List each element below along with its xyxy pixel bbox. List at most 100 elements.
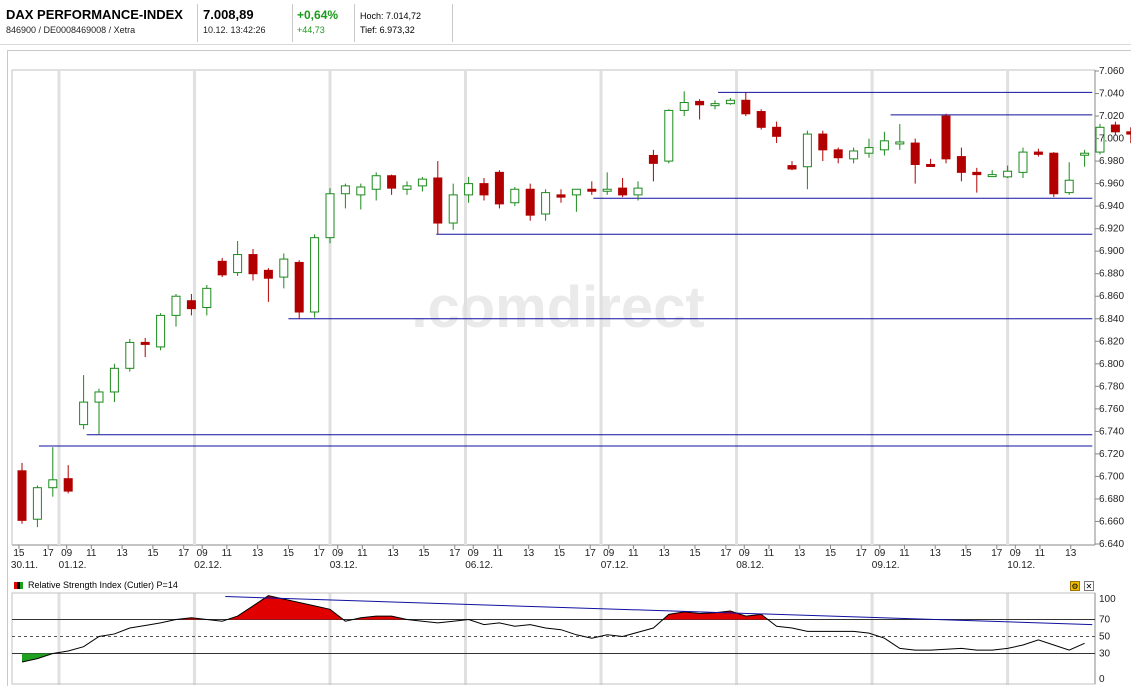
y-tick-label: 6.700 <box>1099 471 1124 482</box>
candle-body <box>541 192 551 215</box>
x-tick-label: 17 <box>720 548 732 559</box>
x-tick-label: 15 <box>689 548 701 559</box>
candle-body <box>171 295 181 316</box>
candle-body <box>587 188 597 192</box>
candle-body <box>633 187 643 196</box>
x-tick-label: 13 <box>1065 548 1077 559</box>
candle-body <box>294 261 304 313</box>
candle-body <box>772 126 782 137</box>
x-tick-label: 11 <box>86 548 97 559</box>
close-icon[interactable]: ✕ <box>1084 581 1094 591</box>
y-tick-label: 6.680 <box>1099 494 1124 505</box>
day-separator <box>328 593 332 685</box>
x-date-label: 07.12. <box>601 560 629 571</box>
candle-body <box>941 115 951 160</box>
candle-body <box>433 177 443 224</box>
candle-body <box>833 149 843 159</box>
settings-icon[interactable]: ⚙ <box>1070 581 1080 591</box>
y-tick-label: 6.880 <box>1099 269 1124 280</box>
candle-body <box>17 470 27 521</box>
candle-body <box>618 187 628 196</box>
candle-body <box>417 178 427 187</box>
rsi-tick-label: 70 <box>1099 615 1111 626</box>
x-date-label: 08.12. <box>736 560 764 571</box>
candle-body <box>849 150 859 160</box>
candle-body <box>1049 152 1059 195</box>
x-tick-label: 09 <box>739 548 751 559</box>
x-tick-label: 17 <box>314 548 326 559</box>
candle-body <box>910 142 920 165</box>
candle-body <box>818 133 828 151</box>
x-date-label: 30.11. <box>11 560 38 571</box>
x-date-label: 01.12. <box>59 560 87 571</box>
x-tick-label: 13 <box>388 548 400 559</box>
day-separator <box>464 593 468 685</box>
candle-body <box>510 188 520 204</box>
x-tick-label: 15 <box>554 548 566 559</box>
rsi-plot-border <box>11 592 1096 685</box>
candle-body <box>263 269 273 279</box>
candle-body <box>956 156 966 173</box>
x-tick-label: 17 <box>43 548 55 559</box>
x-tick-label: 13 <box>659 548 671 559</box>
candle-body <box>1110 124 1120 133</box>
day-separator <box>735 593 739 685</box>
candle-body <box>217 260 227 276</box>
candle-body <box>756 111 766 128</box>
candle-body <box>972 171 982 176</box>
candle-body <box>664 109 674 162</box>
x-date-label: 06.12. <box>465 560 493 571</box>
rsi-trend-line <box>225 596 1093 626</box>
x-tick-label: 17 <box>991 548 1003 559</box>
x-tick-label: 09 <box>468 548 480 559</box>
candle-body <box>279 258 289 278</box>
x-tick-label: 11 <box>899 548 910 559</box>
candle-body <box>1033 151 1043 155</box>
y-tick-label: 6.740 <box>1099 426 1124 437</box>
y-tick-label: 6.960 <box>1099 179 1124 190</box>
candle-body <box>895 141 905 145</box>
day-separator <box>735 70 739 545</box>
x-tick-label: 17 <box>585 548 597 559</box>
x-tick-label: 11 <box>493 548 504 559</box>
y-tick-label: 6.760 <box>1099 404 1124 415</box>
y-tick-label: 6.800 <box>1099 359 1124 370</box>
candle-body <box>156 314 166 348</box>
y-tick-label: 7.040 <box>1099 89 1124 100</box>
candle-body <box>710 103 720 107</box>
y-tick-label: 7.020 <box>1099 111 1124 122</box>
candle-body <box>926 163 936 167</box>
x-tick-label: 11 <box>628 548 639 559</box>
x-tick-label: 13 <box>930 548 942 559</box>
indicator-color-icon <box>14 582 23 589</box>
y-tick-label: 6.820 <box>1099 336 1124 347</box>
y-tick-label: 7.060 <box>1099 66 1124 77</box>
candle-body <box>387 175 397 189</box>
candle-body <box>1003 170 1013 178</box>
candle-body <box>556 194 566 198</box>
candle-body <box>402 185 412 190</box>
x-tick-label: 15 <box>960 548 972 559</box>
rsi-tick-label: 50 <box>1099 632 1111 643</box>
y-tick-label: 6.660 <box>1099 516 1124 527</box>
rsi-line <box>21 595 1085 663</box>
candle-body <box>94 391 104 403</box>
x-tick-label: 09 <box>197 548 209 559</box>
watermark-logo: .comdirect <box>411 275 704 340</box>
candle-body <box>571 188 581 196</box>
y-tick-label: 6.980 <box>1099 156 1124 167</box>
candle-body <box>1080 152 1090 156</box>
candle-body <box>140 341 150 345</box>
day-separator <box>328 70 332 545</box>
candle-body <box>525 188 535 216</box>
x-tick-label: 15 <box>283 548 295 559</box>
candle-body <box>479 183 489 196</box>
candle-body <box>787 165 797 170</box>
candle-body <box>987 174 997 178</box>
candle-body <box>186 300 196 310</box>
candle-body <box>79 401 89 426</box>
day-separator <box>1006 70 1010 545</box>
x-tick-label: 15 <box>147 548 159 559</box>
x-tick-label: 09 <box>61 548 73 559</box>
day-separator <box>870 70 874 545</box>
